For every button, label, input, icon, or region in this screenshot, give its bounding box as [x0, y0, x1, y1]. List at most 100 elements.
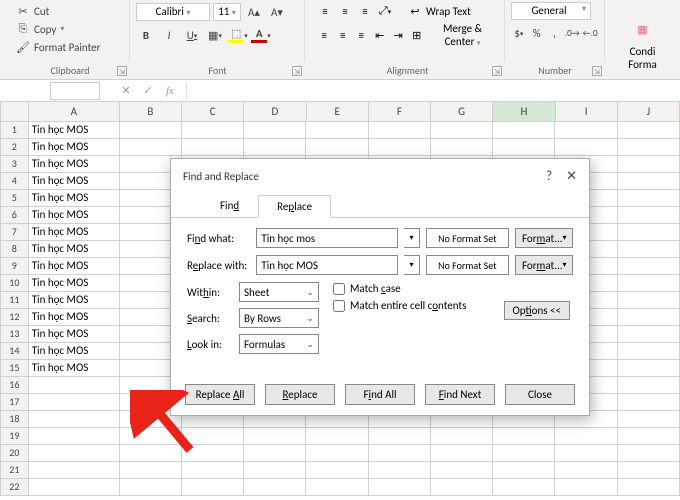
align-center-icon[interactable]: ≡	[335, 26, 352, 44]
row-header[interactable]: 7	[0, 224, 29, 241]
cell[interactable]	[29, 394, 120, 411]
increase-font-icon[interactable]: A▴	[244, 2, 264, 22]
dialog-close-icon[interactable]: ✕	[566, 169, 577, 184]
column-header-J[interactable]: J	[618, 102, 680, 122]
orientation-icon[interactable]: ⤢▾	[376, 2, 394, 20]
align-bottom-icon[interactable]: ≡	[356, 2, 374, 20]
cell[interactable]: Tin học MOS	[29, 122, 120, 139]
cell[interactable]	[369, 428, 431, 445]
row-header[interactable]: 13	[0, 326, 29, 343]
cell[interactable]	[306, 462, 368, 479]
cell[interactable]	[369, 139, 431, 156]
cell[interactable]	[618, 343, 680, 360]
dialog-help-icon[interactable]: ?	[546, 169, 552, 184]
copy-button[interactable]: ⎘Copy ▾	[16, 20, 123, 38]
align-top-icon[interactable]: ≡	[316, 2, 334, 20]
cell[interactable]	[555, 428, 617, 445]
align-right-icon[interactable]: ≡	[353, 26, 370, 44]
fx-icon[interactable]: fx	[160, 85, 180, 97]
cell[interactable]	[555, 479, 617, 496]
column-header-D[interactable]: D	[244, 102, 306, 122]
row-header[interactable]: 18	[0, 411, 29, 428]
cell[interactable]: Tin học MOS	[29, 224, 120, 241]
cell[interactable]: Tin học MOS	[29, 258, 120, 275]
column-header-A[interactable]: A	[29, 102, 120, 122]
cell[interactable]: Tin học MOS	[29, 360, 120, 377]
percent-button[interactable]: %	[529, 23, 545, 43]
tab-replace[interactable]: Replace	[258, 195, 331, 218]
italic-button[interactable]: I	[159, 25, 179, 45]
align-left-icon[interactable]: ≡	[316, 26, 333, 44]
cell[interactable]	[431, 428, 493, 445]
select-all-cell[interactable]	[0, 102, 29, 122]
column-header-E[interactable]: E	[307, 102, 369, 122]
cell[interactable]	[182, 462, 244, 479]
cell[interactable]	[244, 139, 306, 156]
row-header[interactable]: 22	[0, 479, 29, 496]
cell[interactable]	[618, 292, 680, 309]
cell[interactable]	[306, 122, 368, 139]
cell[interactable]	[555, 139, 617, 156]
row-header[interactable]: 3	[0, 156, 29, 173]
row-header[interactable]: 14	[0, 343, 29, 360]
tab-find[interactable]: Find	[201, 194, 258, 217]
cell[interactable]	[306, 428, 368, 445]
font-color-button[interactable]: A▾	[251, 25, 271, 45]
accounting-button[interactable]: $ ▾	[511, 23, 527, 43]
merge-center-button[interactable]: Merge & Center ▾	[427, 22, 498, 48]
cell[interactable]	[431, 139, 493, 156]
row-header[interactable]: 1	[0, 122, 29, 139]
cell[interactable]	[244, 445, 306, 462]
cell[interactable]	[618, 207, 680, 224]
cell[interactable]	[29, 445, 120, 462]
row-header[interactable]: 6	[0, 207, 29, 224]
look-in-select[interactable]: Formulas⌄	[239, 334, 319, 354]
row-header[interactable]: 15	[0, 360, 29, 377]
row-header[interactable]: 19	[0, 428, 29, 445]
cell[interactable]	[555, 462, 617, 479]
cell[interactable]: Tin học MOS	[29, 343, 120, 360]
row-header[interactable]: 5	[0, 190, 29, 207]
cell[interactable]	[431, 445, 493, 462]
cell[interactable]	[29, 428, 120, 445]
cell[interactable]	[618, 309, 680, 326]
cut-button[interactable]: ✂Cut	[16, 2, 123, 20]
cell[interactable]: Tin học MOS	[29, 190, 120, 207]
cell[interactable]	[244, 462, 306, 479]
cell[interactable]	[182, 428, 244, 445]
column-header-C[interactable]: C	[182, 102, 244, 122]
cell[interactable]	[306, 479, 368, 496]
cell[interactable]	[555, 122, 617, 139]
replace-history-dropdown[interactable]: ▾	[404, 255, 419, 275]
decrease-font-icon[interactable]: A▾	[267, 2, 287, 22]
bold-button[interactable]: B	[136, 25, 156, 45]
border-button[interactable]: ▦▾	[205, 25, 225, 45]
row-header[interactable]: 21	[0, 462, 29, 479]
column-header-B[interactable]: B	[120, 102, 182, 122]
cell[interactable]	[493, 462, 555, 479]
cell[interactable]: Tin học MOS	[29, 275, 120, 292]
cell[interactable]: Tin học MOS	[29, 139, 120, 156]
cell[interactable]	[29, 462, 120, 479]
font-size-select[interactable]: 11 ▾	[213, 3, 241, 21]
cell[interactable]	[244, 479, 306, 496]
cell[interactable]	[618, 428, 680, 445]
cell[interactable]	[306, 139, 368, 156]
cell[interactable]	[618, 224, 680, 241]
cell[interactable]	[618, 479, 680, 496]
cell[interactable]	[369, 122, 431, 139]
replace-format-button[interactable]: Format...▾	[515, 255, 573, 275]
cell[interactable]	[120, 122, 182, 139]
options-button[interactable]: Options <<	[504, 301, 570, 320]
enter-formula-icon[interactable]: ✓	[138, 84, 158, 97]
font-launcher-icon[interactable]: ⇲	[292, 66, 302, 76]
cell[interactable]	[244, 428, 306, 445]
fill-color-button[interactable]: ⬚▾	[228, 25, 248, 45]
underline-button[interactable]: U ▾	[182, 25, 202, 45]
row-header[interactable]: 20	[0, 445, 29, 462]
cell[interactable]	[493, 139, 555, 156]
cell[interactable]	[493, 122, 555, 139]
cell[interactable]	[244, 122, 306, 139]
cell[interactable]	[182, 139, 244, 156]
cell[interactable]	[618, 377, 680, 394]
